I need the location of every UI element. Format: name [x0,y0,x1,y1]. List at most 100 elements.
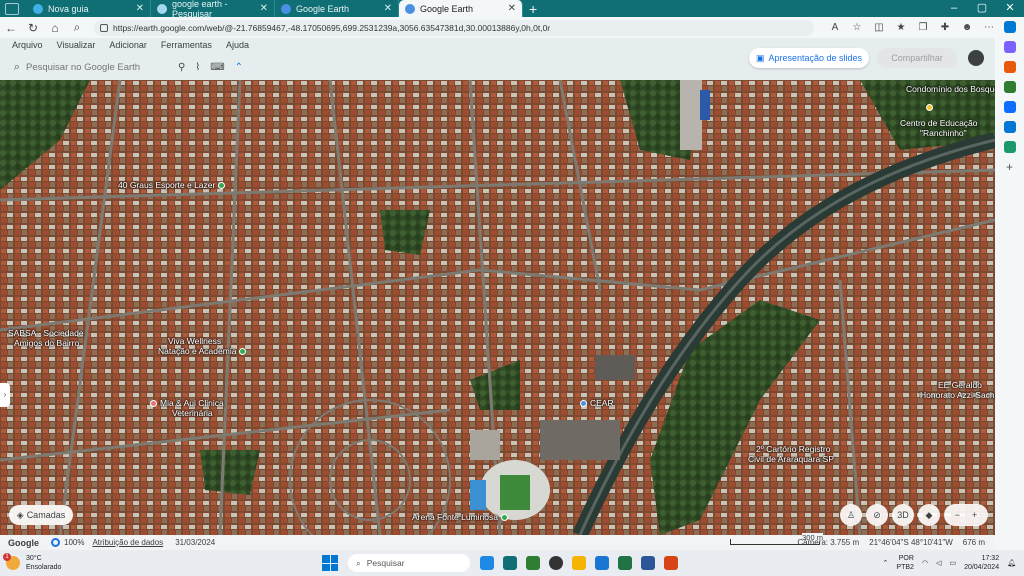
map-label[interactable]: Centro de Educação [900,118,978,128]
new-tab-button[interactable]: + [529,1,537,17]
map-label[interactable]: CEAR [580,398,614,408]
favorites-icon[interactable]: ★ [890,22,912,33]
map-label[interactable]: Natação e Academia [158,346,247,356]
add-icon[interactable]: + [1004,161,1016,173]
home-icon[interactable]: ⌂ [44,21,66,35]
sidebar-toggle[interactable]: › [0,383,10,407]
wifi-icon[interactable]: ◠ [922,559,928,567]
maximize-icon[interactable]: ▢ [968,0,996,17]
menu-ajuda[interactable]: Ajuda [226,40,249,50]
notifications-icon[interactable]: 🔔︎ [1007,559,1016,567]
tab-3[interactable]: Google Earth ✕ [275,0,399,17]
map-label: Civil de Araraquara SP [748,454,834,464]
google-logo: Google [8,537,39,548]
layers-button[interactable]: ◈ Camadas [9,505,73,525]
account-icon[interactable] [968,50,984,66]
location-pin-icon[interactable]: ⚲ [178,62,185,73]
close-tab-icon[interactable]: ✕ [384,3,392,14]
excel-icon[interactable] [618,556,632,570]
send-icon[interactable] [1003,141,1016,153]
attribution-link[interactable]: Atribuição de dados [92,538,163,547]
search-icon[interactable]: ⌕ [66,20,88,35]
menu-arquivo[interactable]: Arquivo [12,40,43,50]
share-button[interactable]: Compartilhar [877,48,957,68]
path-icon[interactable]: ⌇ [195,62,200,73]
search-icon: ⌕ [13,60,21,73]
office-icon[interactable] [1003,101,1016,113]
extensions-icon[interactable]: ✚ [934,22,956,33]
games-icon[interactable] [1003,81,1016,93]
keyboard-layout[interactable]: PTB2 [896,563,914,572]
close-window-icon[interactable]: ✕ [996,0,1024,17]
map-label: 2º Cartório Registro [756,444,831,454]
start-button[interactable] [322,555,338,571]
zoom-in-button[interactable]: + [972,510,977,520]
menu-ferramentas[interactable]: Ferramentas [161,40,212,50]
location-off-icon[interactable]: ⊘ [866,504,888,526]
tab-2[interactable]: google earth - Pesquisar ✕ [151,0,275,19]
map-label[interactable]: Arena Fonte Luminosa [412,512,508,522]
map-label: Veterinária [172,408,213,418]
word-icon[interactable] [641,556,655,570]
sun-icon: 1 [3,553,20,570]
taskbar-search[interactable]: ⌕ Pesquisar [348,554,470,572]
menu-adicionar[interactable]: Adicionar [109,40,147,50]
slideshow-button[interactable]: ▣ Apresentação de slides [749,48,869,68]
map-label[interactable]: Mia & Aui Clinica [150,398,224,408]
globe-icon[interactable] [51,538,60,547]
tab-actions-icon[interactable] [5,2,19,15]
favorite-star-icon[interactable]: ☆ [846,22,868,33]
read-aloud-icon[interactable]: A [824,22,846,33]
volume-icon[interactable]: ◁ [936,559,941,567]
url-field[interactable]: https://earth.google.com/web/@-21.768594… [94,19,814,36]
map-label: Honorato Azzi Sache [920,390,995,400]
close-tab-icon[interactable]: ✕ [508,3,516,14]
chevron-up-icon[interactable]: ⌃ [883,559,889,567]
task-view-icon[interactable] [480,556,494,570]
collections-icon[interactable]: ❐ [912,22,934,33]
split-screen-icon[interactable]: ◫ [868,22,890,33]
minimize-icon[interactable]: – [940,0,968,17]
file-explorer-icon[interactable] [572,556,586,570]
language[interactable]: POR [896,554,914,563]
weather-widget[interactable]: 1 30°C Ensolarado [3,553,86,572]
place-pin-icon [580,400,587,408]
refresh-icon[interactable]: ↻ [22,21,44,35]
clock[interactable]: 17:32 20/04/2024 [964,554,999,572]
map-label-text: Mia & Aui Clinica [160,398,224,408]
imagery-date: 31/03/2024 [175,538,216,547]
edge-app-icon[interactable] [503,556,517,570]
earth-search-input[interactable] [26,61,166,73]
shopping-icon[interactable] [1003,41,1016,53]
profile-icon[interactable]: ☻ [956,22,978,33]
tools-icon[interactable] [1003,61,1016,73]
menu-visualizar[interactable]: Visualizar [57,40,96,50]
school-pin-icon[interactable] [923,102,933,112]
satellite-map[interactable]: › Condomínio dos Bosque Centro de Educaç… [0,80,995,535]
view-3d-button[interactable]: 3D [892,504,914,526]
chevron-up-icon[interactable]: ⌃ [235,62,243,73]
dell-icon[interactable] [549,556,563,570]
layers-label: Camadas [26,510,66,520]
close-tab-icon[interactable]: ✕ [136,3,144,14]
outlook-icon[interactable] [1003,121,1016,133]
back-arrow-icon[interactable]: ← [0,21,22,35]
battery-icon[interactable]: ▭ [949,559,956,567]
keyboard-icon[interactable]: ⌨ [210,62,224,73]
close-tab-icon[interactable]: ✕ [260,3,268,14]
tab-title: Nova guia [48,3,89,14]
snipping-tool-icon[interactable] [664,556,678,570]
compass-icon[interactable]: ◆ [918,504,940,526]
store-icon[interactable] [526,556,540,570]
photos-icon[interactable] [595,556,609,570]
map-label[interactable]: 40 Graus Esporte e Lazer [118,180,226,190]
tab-title: Google Earth [420,3,474,14]
zoom-out-button[interactable]: − [955,510,960,520]
copilot-icon[interactable] [1003,21,1016,33]
browser-toolbar-icons: A ☆ ◫ ★ ❐ ✚ ☻ ⋯ [824,22,1000,33]
zoom-percent: 100% [64,538,85,547]
tab-4-active[interactable]: Google Earth ✕ [399,0,523,17]
map-label: Condomínio dos Bosque [906,84,995,94]
tab-1[interactable]: Nova guia ✕ [27,0,151,17]
street-view-icon[interactable]: ♙ [840,504,862,526]
